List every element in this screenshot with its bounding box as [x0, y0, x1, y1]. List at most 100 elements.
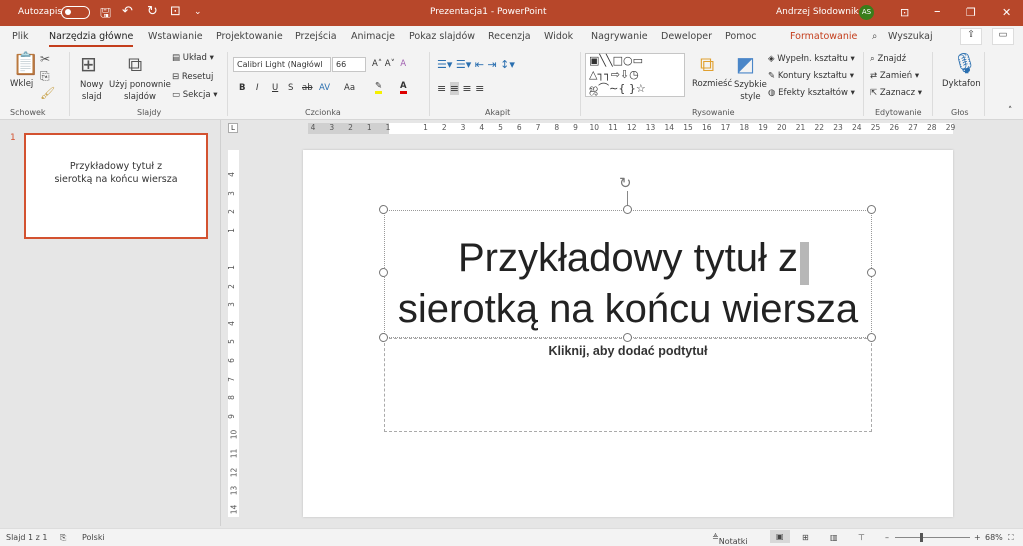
shadow-button[interactable]: S: [288, 83, 293, 93]
replace-button[interactable]: ⇄ Zamień ▾: [870, 71, 919, 81]
tab-view[interactable]: Widok: [544, 31, 573, 42]
slide-thumbnail[interactable]: Przykładowy tytuł z sierotką na końcu wi…: [24, 133, 208, 239]
slide-title[interactable]: Przykładowy tytuł z sierotką na końcu wi…: [384, 233, 872, 335]
font-name-select[interactable]: Calibri Light (Nagłówl: [233, 57, 331, 72]
present-icon[interactable]: ⊡: [170, 4, 181, 19]
collapse-ribbon-icon[interactable]: ˄: [1008, 106, 1012, 116]
horizontal-ruler[interactable]: 4 3 2 1 1 1 2 3 4 5 6 7 8 9 10 11 12 13 14 15 16 17 18 19 20 21 22…: [308, 123, 955, 134]
search-box[interactable]: Wyszukaj: [888, 31, 933, 42]
reading-view-icon[interactable]: ▥: [830, 533, 838, 542]
resize-handle[interactable]: [623, 205, 632, 214]
tab-insert[interactable]: Wstawianie: [148, 31, 203, 42]
quick-styles-icon[interactable]: ◩: [736, 52, 755, 76]
new-slide-button[interactable]: Nowy slajd: [80, 79, 104, 103]
list-buttons[interactable]: ☰▾ ☰▾ ⇤ ⇥ ↕▾: [437, 58, 515, 71]
strikethrough-button[interactable]: ab: [302, 83, 313, 93]
arrange-button[interactable]: Rozmieść: [692, 79, 732, 89]
clear-format-icon[interactable]: A: [400, 59, 406, 69]
tab-design[interactable]: Projektowanie: [216, 31, 283, 42]
bold-button[interactable]: B: [239, 83, 245, 93]
underline-button[interactable]: U: [272, 83, 278, 93]
font-color-icon[interactable]: A: [400, 81, 407, 94]
dictate-button[interactable]: Dyktafon: [942, 79, 981, 89]
resize-handle[interactable]: [379, 205, 388, 214]
tab-help[interactable]: Pomoc: [725, 31, 757, 42]
shape-effects-button[interactable]: ◍ Efekty kształtów ▾: [768, 88, 855, 98]
slideshow-icon[interactable]: ⊤: [858, 533, 865, 542]
tab-review[interactable]: Recenzja: [488, 31, 531, 42]
tab-home[interactable]: Narzędzia główne: [49, 31, 134, 47]
reset-button[interactable]: ⊟ Resetuj: [172, 72, 213, 82]
layout-button[interactable]: ▤ Układ ▾: [172, 53, 214, 63]
tab-transitions[interactable]: Przejścia: [295, 31, 337, 42]
customize-icon[interactable]: ⌄: [194, 7, 202, 17]
tab-stop-selector[interactable]: L: [228, 123, 238, 133]
ruler-label: 18: [739, 123, 750, 132]
paste-icon[interactable]: 📋: [12, 52, 39, 77]
subtitle-prompt[interactable]: Kliknij, aby dodać podtytuł: [384, 344, 872, 358]
notes-button[interactable]: ≜ Notatki: [712, 533, 748, 546]
select-button[interactable]: ⇱ Zaznacz ▾: [870, 88, 922, 98]
reuse-slides-icon[interactable]: ⧉: [128, 52, 142, 76]
shape-outline-button[interactable]: ✎ Kontury kształtu ▾: [768, 71, 854, 81]
shape-fill-button[interactable]: ◈ Wypełn. kształtu ▾: [768, 54, 855, 64]
highlight-icon[interactable]: ✎: [375, 81, 383, 94]
tab-developer[interactable]: Deweloper: [661, 31, 712, 42]
shapes-gallery[interactable]: ▣╲╲□○▭ △┐┐⇨⇩◷ ஜ⌒∼{ }☆: [585, 53, 685, 97]
avatar[interactable]: AS: [859, 5, 874, 20]
search-icon[interactable]: ⌕: [872, 31, 877, 42]
normal-view-icon[interactable]: ▣: [770, 530, 790, 543]
paste-button[interactable]: Wklej: [10, 79, 33, 89]
zoom-level[interactable]: 68%: [985, 533, 1003, 542]
ruler-label: 19: [758, 123, 768, 132]
resize-handle[interactable]: [867, 268, 876, 277]
cut-icon[interactable]: ✂: [40, 52, 50, 66]
tab-recording[interactable]: Nagrywanie: [591, 31, 648, 42]
font-size-select[interactable]: 66: [332, 57, 366, 72]
find-button[interactable]: ⌕ Znajdź: [870, 54, 906, 64]
quick-styles-button[interactable]: Szybkie style: [734, 79, 767, 103]
section-button[interactable]: ▭ Sekcja ▾: [172, 90, 218, 100]
arrange-icon[interactable]: ⧉: [700, 52, 714, 76]
minimize-icon[interactable]: –: [934, 4, 941, 19]
restore-icon[interactable]: ❐: [966, 6, 976, 19]
format-painter-icon[interactable]: 🖌: [40, 86, 55, 100]
user-name[interactable]: Andrzej Słodownik: [776, 7, 859, 17]
zoom-in-button[interactable]: +: [974, 533, 981, 542]
microphone-icon[interactable]: 🎙: [952, 51, 977, 75]
italic-button[interactable]: I: [256, 83, 259, 93]
fit-to-window-icon[interactable]: ⛶: [1008, 533, 1014, 543]
resize-handle[interactable]: [379, 333, 388, 342]
zoom-out-button[interactable]: –: [885, 533, 889, 542]
tab-file[interactable]: Plik: [12, 31, 29, 42]
tab-format[interactable]: Formatowanie: [790, 31, 857, 42]
autosave-toggle[interactable]: [61, 6, 90, 19]
copy-icon[interactable]: ⎘: [40, 69, 50, 84]
resize-handle[interactable]: [379, 268, 388, 277]
language[interactable]: Polski: [82, 533, 105, 542]
comments-icon[interactable]: ▭: [992, 28, 1014, 45]
new-slide-icon[interactable]: ⊞: [80, 52, 97, 76]
zoom-slider-thumb[interactable]: [919, 533, 923, 542]
reuse-slides-button[interactable]: Użyj ponownie slajdów: [109, 79, 171, 103]
redo-icon[interactable]: ↻: [147, 4, 158, 19]
tab-slideshow[interactable]: Pokaz slajdów: [409, 31, 475, 42]
resize-handle[interactable]: [867, 333, 876, 342]
zoom-slider[interactable]: [895, 533, 970, 542]
resize-handle[interactable]: [867, 205, 876, 214]
ribbon-display-icon[interactable]: ⊡: [900, 6, 909, 19]
font-grow-shrink-buttons[interactable]: A˄ A˅ A: [372, 59, 406, 69]
close-icon[interactable]: ✕: [1002, 6, 1011, 19]
resize-handle[interactable]: [623, 333, 632, 342]
save-icon[interactable]: 🖫: [100, 4, 111, 26]
tab-animations[interactable]: Animacje: [351, 31, 395, 42]
vertical-ruler[interactable]: 4 3 2 1 1 2 3 4 5 6 7 8 9 10 11 12 13 14: [227, 150, 239, 517]
rotate-handle-icon[interactable]: ↻: [619, 174, 632, 192]
align-buttons[interactable]: ≡ ≡ ≡ ≡: [437, 82, 484, 95]
share-icon[interactable]: ⇪: [960, 28, 982, 45]
undo-icon[interactable]: ↶: [122, 4, 133, 19]
slide-sorter-icon[interactable]: ⊞: [802, 533, 809, 542]
char-spacing-button[interactable]: AV: [319, 83, 330, 93]
spellcheck-icon[interactable]: ⎘: [60, 533, 66, 543]
change-case-button[interactable]: Aa: [344, 83, 355, 93]
